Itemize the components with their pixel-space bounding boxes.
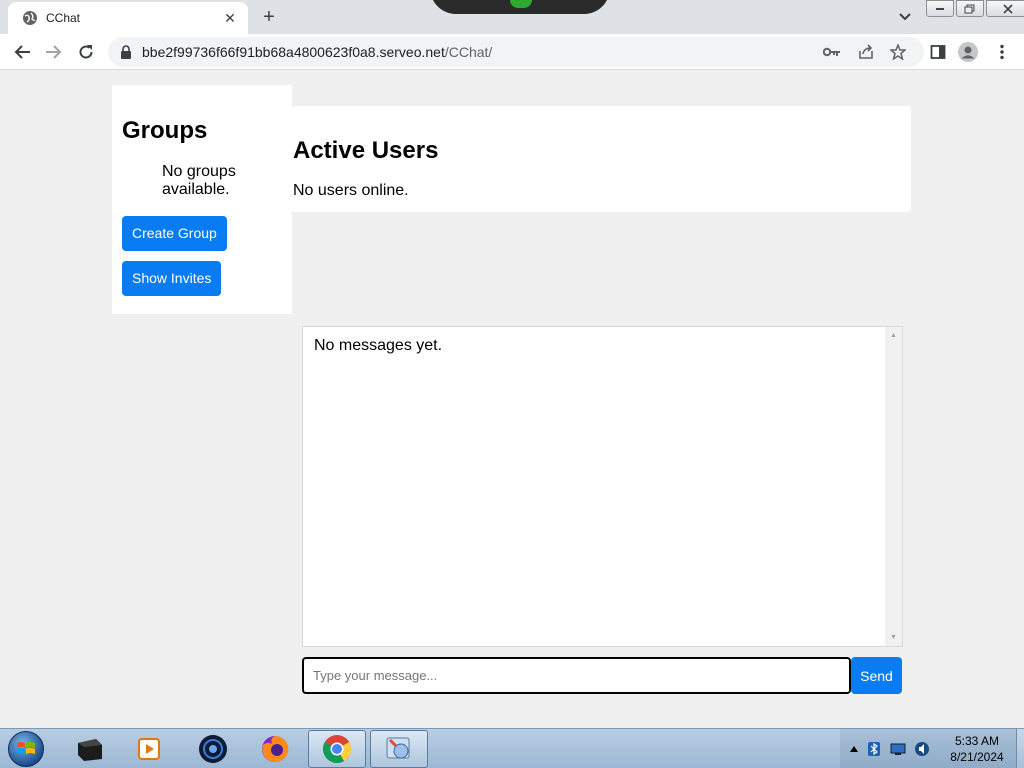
side-panel-icon[interactable] — [928, 42, 948, 62]
scroll-down-arrow-icon[interactable]: ▼ — [885, 629, 902, 646]
tab-title: CChat — [46, 11, 81, 25]
browser-tab[interactable]: CChat ✕ — [8, 2, 248, 34]
back-arrow-icon[interactable] — [12, 42, 32, 62]
address-bar[interactable]: bbe2f99736f66f91bb68a4800623f0a8.serveo.… — [108, 37, 924, 67]
os-taskbar: 5:33 AM 8/21/2024 — [0, 728, 1024, 768]
profile-avatar-icon[interactable] — [958, 42, 978, 62]
webcam-notch-decoration — [430, 0, 610, 14]
tray-speaker-icon[interactable] — [914, 741, 930, 757]
key-icon[interactable] — [822, 42, 842, 62]
url-text: bbe2f99736f66f91bb68a4800623f0a8.serveo.… — [142, 44, 492, 60]
no-groups-text: No groups available. — [162, 163, 236, 198]
start-button[interactable] — [4, 730, 48, 768]
tray-network-icon[interactable] — [890, 741, 906, 757]
forward-arrow-icon[interactable] — [44, 42, 64, 62]
url-host: bbe2f99736f66f91bb68a4800623f0a8.serveo.… — [142, 44, 445, 60]
kebab-menu-icon[interactable] — [992, 42, 1012, 62]
taskbar-media-player-icon[interactable] — [120, 730, 178, 768]
send-button[interactable]: Send — [851, 657, 902, 694]
minimize-icon[interactable] — [926, 0, 954, 17]
system-tray: 5:33 AM 8/21/2024 — [840, 729, 1024, 768]
taskbar-control-panel-icon[interactable] — [370, 730, 428, 768]
active-users-panel: Active Users No users online. — [292, 106, 911, 212]
url-path: /CChat/ — [444, 44, 493, 60]
notch-indicator — [510, 0, 532, 8]
new-tab-button[interactable]: + — [258, 6, 280, 28]
browser-toolbar: bbe2f99736f66f91bb68a4800623f0a8.serveo.… — [0, 34, 1024, 70]
chevron-down-icon[interactable] — [896, 8, 914, 26]
bookmark-star-icon[interactable] — [888, 42, 908, 62]
message-input[interactable] — [302, 657, 851, 694]
clock-time: 5:33 AM — [954, 734, 1000, 748]
create-group-button[interactable]: Create Group — [122, 216, 227, 251]
groups-title: Groups — [122, 117, 208, 144]
messages-box[interactable]: No messages yet. ▲ ▼ — [302, 326, 903, 647]
scroll-up-arrow-icon[interactable]: ▲ — [885, 327, 902, 344]
close-window-icon[interactable] — [986, 0, 1024, 17]
taskbar-app-globe-icon[interactable] — [184, 730, 242, 768]
restore-icon[interactable] — [956, 0, 984, 17]
groups-panel: Groups No groups available. Create Group… — [112, 85, 292, 314]
tray-expand-icon[interactable] — [846, 741, 862, 757]
reload-icon[interactable] — [76, 42, 96, 62]
globe-icon — [22, 10, 38, 26]
windows-logo-icon — [8, 731, 44, 767]
close-tab-icon[interactable]: ✕ — [222, 10, 238, 26]
chat-page: Groups No groups available. Create Group… — [0, 71, 1024, 728]
share-icon[interactable] — [856, 42, 876, 62]
lock-icon[interactable] — [120, 45, 134, 59]
taskbar-terminal-icon[interactable] — [60, 730, 118, 768]
active-users-title: Active Users — [293, 137, 439, 164]
taskbar-clock[interactable]: 5:33 AM 8/21/2024 — [944, 733, 1010, 765]
tray-bluetooth-icon[interactable] — [866, 741, 882, 757]
taskbar-chrome-icon[interactable] — [308, 730, 366, 768]
messages-scrollbar[interactable]: ▲ ▼ — [885, 327, 902, 646]
window-controls — [926, 0, 1024, 18]
taskbar-firefox-icon[interactable] — [246, 730, 304, 768]
clock-date: 8/21/2024 — [950, 750, 1004, 764]
no-users-text: No users online. — [293, 182, 409, 199]
no-messages-text: No messages yet. — [314, 337, 443, 354]
show-desktop-button[interactable] — [1016, 729, 1024, 768]
browser-tab-strip: CChat ✕ + — [0, 0, 1024, 34]
show-invites-button[interactable]: Show Invites — [122, 261, 222, 296]
